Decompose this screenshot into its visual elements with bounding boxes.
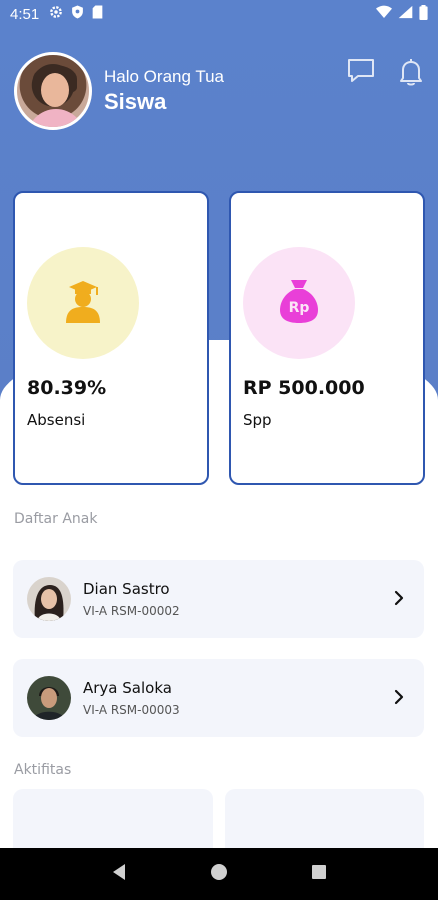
attendance-card[interactable]: 80.39% Absensi [13, 191, 209, 485]
activity-card[interactable] [225, 789, 424, 849]
battery-icon [419, 4, 428, 24]
profile-header: Halo Orang Tua Siswa [14, 52, 424, 130]
graduate-icon [63, 279, 103, 327]
attendance-label: Absensi [27, 411, 86, 429]
back-icon[interactable] [111, 863, 127, 885]
money-bag-icon: Rp [278, 278, 320, 328]
activity-card[interactable] [13, 789, 213, 849]
user-name: Siswa [104, 89, 167, 114]
chevron-right-icon [394, 590, 404, 610]
child-avatar [27, 577, 71, 621]
attendance-value: 80.39% [27, 377, 107, 399]
activities-section-title: Aktifitas [14, 762, 72, 778]
child-list-item[interactable]: Dian Sastro VI-A RSM-00002 [13, 560, 424, 638]
chat-icon[interactable] [346, 57, 376, 89]
child-name: Arya Saloka [83, 679, 172, 697]
tuition-value: RP 500.000 [243, 377, 365, 399]
status-bar: 4:51 [0, 0, 438, 28]
tuition-label: Spp [243, 411, 272, 429]
tuition-icon-circle: Rp [243, 247, 355, 359]
home-icon[interactable] [210, 863, 228, 885]
system-nav-bar [0, 848, 438, 900]
child-name: Dian Sastro [83, 580, 170, 598]
wifi-icon [376, 5, 392, 23]
settings-gear-icon [49, 5, 63, 23]
greeting-text: Halo Orang Tua [104, 67, 225, 86]
attendance-icon-circle [27, 247, 139, 359]
child-class: VI-A RSM-00002 [83, 604, 180, 618]
child-avatar [27, 676, 71, 720]
shield-icon [71, 5, 84, 23]
child-class: VI-A RSM-00003 [83, 703, 180, 717]
bell-icon[interactable] [398, 57, 424, 91]
status-time: 4:51 [10, 5, 40, 23]
children-section-title: Daftar Anak [14, 511, 98, 527]
chevron-right-icon [394, 689, 404, 709]
svg-text:Rp: Rp [289, 300, 310, 316]
sd-card-icon [92, 5, 103, 23]
recents-icon[interactable] [311, 864, 327, 884]
signal-icon [398, 5, 413, 23]
tuition-card[interactable]: Rp RP 500.000 Spp [229, 191, 425, 485]
greeting-block: Halo Orang Tua Siswa [104, 67, 224, 115]
child-list-item[interactable]: Arya Saloka VI-A RSM-00003 [13, 659, 424, 737]
avatar[interactable] [14, 52, 92, 130]
